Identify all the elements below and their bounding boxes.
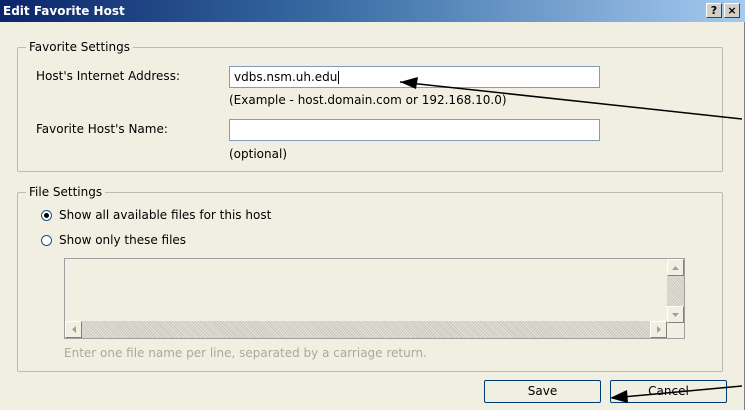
- files-list-box[interactable]: [64, 258, 685, 339]
- radio-selected-dot: [44, 212, 49, 218]
- address-value: vdbs.nsm.uh.edu: [234, 70, 338, 84]
- arrow-down-icon: [672, 312, 679, 317]
- arrow-right-icon: [656, 326, 661, 333]
- scroll-down-button[interactable]: [667, 306, 684, 323]
- favorite-name-input[interactable]: [229, 119, 600, 141]
- vertical-scroll-track[interactable]: [667, 276, 684, 306]
- name-hint: (optional): [229, 147, 287, 161]
- scroll-left-button[interactable]: [65, 321, 82, 338]
- edit-favorite-host-dialog: Edit Favorite Host ? × Favorite Settings…: [0, 0, 745, 410]
- favorite-settings-title: Favorite Settings: [26, 40, 133, 54]
- radio-show-all-label: Show all available files for this host: [59, 208, 272, 222]
- arrow-up-icon: [672, 265, 679, 270]
- files-hint: Enter one file name per line, separated …: [64, 346, 427, 360]
- address-label: Host's Internet Address:: [36, 69, 180, 83]
- title-bar[interactable]: Edit Favorite Host ? ×: [0, 0, 745, 22]
- horizontal-scroll-track[interactable]: [82, 321, 650, 338]
- radio-show-only-label: Show only these files: [59, 233, 187, 247]
- address-example: (Example - host.domain.com or 192.168.10…: [229, 93, 507, 107]
- arrow-left-icon: [71, 326, 76, 333]
- close-button[interactable]: ×: [724, 3, 740, 18]
- name-label: Favorite Host's Name:: [36, 122, 168, 136]
- cancel-button[interactable]: Cancel: [610, 380, 727, 403]
- radio-show-only-indicator[interactable]: [41, 234, 52, 246]
- horizontal-scrollbar[interactable]: [65, 321, 667, 338]
- window-title: Edit Favorite Host: [3, 4, 125, 18]
- scroll-up-button[interactable]: [667, 259, 684, 276]
- radio-show-only[interactable]: Show only these files: [41, 233, 186, 247]
- vertical-scrollbar[interactable]: [667, 259, 684, 338]
- save-button[interactable]: Save: [484, 380, 601, 403]
- help-button[interactable]: ?: [706, 3, 722, 18]
- text-caret: [338, 71, 340, 84]
- file-settings-title: File Settings: [26, 185, 106, 199]
- radio-show-all[interactable]: Show all available files for this host: [41, 208, 271, 222]
- scroll-right-button[interactable]: [650, 321, 667, 338]
- address-input[interactable]: vdbs.nsm.uh.edu: [229, 66, 600, 88]
- radio-show-all-indicator[interactable]: [41, 209, 52, 221]
